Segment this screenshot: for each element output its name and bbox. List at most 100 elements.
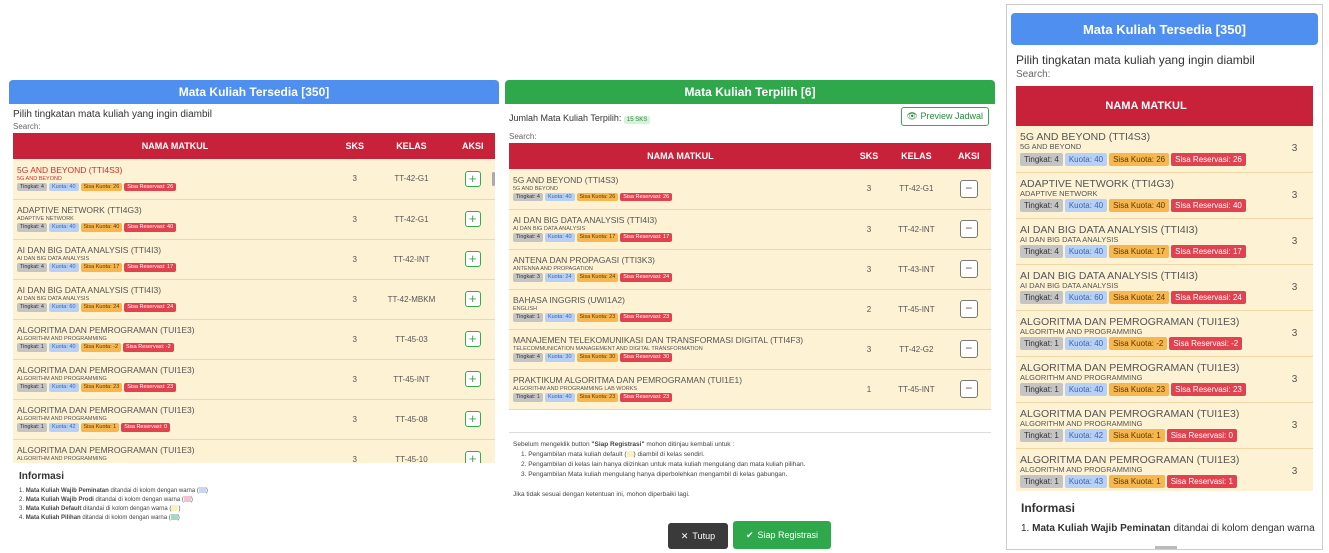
available-courses-table-wrapper[interactable]: NAMA MATKUL SKS KELAS AKSI 5G AND BEYOND… bbox=[13, 133, 495, 463]
aksi-cell: + bbox=[450, 359, 495, 400]
sisa-kuota-badge: Sisa Kuota: -2 bbox=[1109, 337, 1168, 351]
remove-course-button[interactable]: − bbox=[959, 300, 978, 318]
color-swatch bbox=[183, 496, 191, 503]
course-badges: Tingkat: 4 Kuota: 40 Sisa Kuota: 17 Sisa Re… bbox=[513, 233, 848, 242]
course-cell: ALGORITMA DAN PEMROGRAMAN (TUI1E3) ALGORI… bbox=[13, 319, 338, 360]
course-subtitle: 5G AND BEYOND bbox=[17, 175, 62, 182]
selected-summary: Jumlah Mata Kuliah Terpilih: 15 SKS 👁 Pr… bbox=[505, 104, 995, 130]
scrollbar-thumb[interactable] bbox=[1155, 546, 1177, 549]
selected-courses-table-wrapper: NAMA MATKUL SKS KELAS AKSI 5G AND BEYOND… bbox=[509, 143, 991, 410]
scrollbar-thumb[interactable] bbox=[492, 172, 495, 186]
table-row: AI DAN BIG DATA ANALYSIS (TTI4I3) AI DAN … bbox=[13, 239, 495, 280]
add-course-button[interactable]: + bbox=[464, 371, 481, 387]
course-title: AI DAN BIG DATA ANALYSIS (TTI4I3) bbox=[17, 285, 162, 296]
sisa-kuota-badge: Sisa Kuota: 40 bbox=[80, 223, 123, 232]
info-item-bold: Mata Kuliah Wajib Prodi bbox=[25, 497, 94, 503]
add-course-button[interactable]: + bbox=[464, 251, 481, 267]
course-cell: 5G AND BEYOND (TTI4S3) 5G AND BEYOND Tingk… bbox=[1016, 126, 1277, 173]
available-courses-table: NAMA MATKUL 5G AND BEYOND (TTI4S3) 5G AND… bbox=[1016, 86, 1313, 491]
sisa-reservasi-badge: Sisa Reservasi: 17 bbox=[620, 233, 673, 242]
table-row: 5G AND BEYOND (TTI4S3) 5G AND BEYOND Tingk… bbox=[13, 159, 495, 200]
sisa-reservasi-badge: Sisa Reservasi: 17 bbox=[1171, 245, 1246, 259]
info-item-num: 1. bbox=[1021, 523, 1030, 534]
remove-course-button[interactable]: − bbox=[959, 340, 978, 358]
remove-course-button[interactable]: − bbox=[959, 260, 978, 278]
course-title: AI DAN BIG DATA ANALYSIS (TTI4I3) bbox=[1020, 269, 1198, 282]
preview-jadwal-button[interactable]: 👁 Preview Jadwal bbox=[900, 107, 989, 126]
available-courses-panel: Mata Kuliah Tersedia [350] Pilih tingkat… bbox=[9, 80, 499, 548]
sisa-kuota-badge: Sisa Kuota: 17 bbox=[576, 233, 619, 242]
kuota-badge: Kuota: 42 bbox=[1064, 429, 1108, 443]
info-item-num: 4. bbox=[19, 515, 25, 521]
sks-cell: 3 bbox=[337, 279, 373, 320]
siap-registrasi-button[interactable]: ✔ Siap Registrasi bbox=[733, 521, 831, 549]
col-aksi: AKSI bbox=[946, 143, 991, 169]
notice-intro-a: Sebelum mengeklik button bbox=[513, 441, 592, 448]
kuota-badge: Kuota: 40 bbox=[544, 233, 575, 242]
sisa-reservasi-badge: Sisa Reservasi: 40 bbox=[1171, 199, 1246, 213]
available-courses-header: Mata Kuliah Tersedia [350] bbox=[9, 80, 499, 104]
tingkat-badge: Tingkat: 4 bbox=[17, 223, 47, 232]
tingkat-badge: Tingkat: 4 bbox=[513, 233, 543, 242]
aksi-cell: + bbox=[450, 399, 495, 440]
sks-cell: 3 bbox=[851, 329, 887, 370]
selected-count-label: Jumlah Mata Kuliah Terpilih: 15 SKS bbox=[505, 108, 654, 124]
available-courses-table-wrapper[interactable]: NAMA MATKUL 5G AND BEYOND (TTI4S3) 5G AND… bbox=[1016, 86, 1313, 491]
course-title: 5G AND BEYOND (TTI4S3) bbox=[513, 175, 619, 186]
sisa-reservasi-badge: Sisa Reservasi: 23 bbox=[620, 393, 673, 402]
course-cell: 5G AND BEYOND (TTI4S3) 5G AND BEYOND Tingk… bbox=[509, 169, 852, 210]
sisa-reservasi-badge: Sisa Reservasi: 26 bbox=[124, 183, 177, 192]
add-course-button[interactable]: + bbox=[464, 211, 481, 227]
add-course-button[interactable]: + bbox=[464, 291, 481, 307]
sks-cell: 3 bbox=[1276, 264, 1313, 311]
sisa-reservasi-badge: Sisa Reservasi: 24 bbox=[1171, 291, 1246, 305]
aksi-cell: − bbox=[946, 289, 991, 330]
search-label: Search: bbox=[509, 132, 537, 141]
table-row: ALGORITMA DAN PEMROGRAMAN (TUI1E3) ALGORI… bbox=[1016, 402, 1313, 449]
sks-cell: 3 bbox=[1276, 310, 1313, 357]
table-row: MANAJEMEN TELEKOMUNIKASI DAN TRANSFORMAS… bbox=[509, 329, 991, 370]
sisa-kuota-badge: Sisa Kuota: 24 bbox=[576, 273, 619, 282]
remove-course-button[interactable]: − bbox=[959, 179, 978, 198]
table-row: PRAKTIKUM ALGORITMA DAN PEMROGRAMAN (TUI… bbox=[509, 369, 991, 410]
table-row: ALGORITMA DAN PEMROGRAMAN (TUI1E3) ALGORI… bbox=[13, 359, 495, 400]
sks-cell: 3 bbox=[851, 169, 887, 210]
sisa-kuota-badge: Sisa Kuota: 26 bbox=[80, 183, 123, 192]
course-title: PRAKTIKUM ALGORITMA DAN PEMROGRAMAN (TUI… bbox=[513, 375, 743, 386]
close-button[interactable]: ✕ Tutup bbox=[668, 523, 728, 549]
course-badges: Tingkat: 4 Kuota: 30 Sisa Kuota: 30 Sisa Re… bbox=[513, 353, 848, 362]
notice-item-1-b: ) diambil di kelas sendiri. bbox=[633, 451, 705, 458]
sks-cell: 3 bbox=[337, 319, 373, 360]
sks-cell: 3 bbox=[851, 209, 887, 250]
info-item-bold: Mata Kuliah Default bbox=[25, 506, 82, 512]
add-course-button[interactable]: + bbox=[464, 451, 481, 463]
sks-cell: 3 bbox=[851, 249, 887, 290]
tingkat-badge: Tingkat: 4 bbox=[1020, 153, 1063, 167]
add-course-button[interactable]: + bbox=[464, 411, 481, 427]
course-cell: MANAJEMEN TELEKOMUNIKASI DAN TRANSFORMAS… bbox=[509, 329, 852, 370]
selected-courses-header: Mata Kuliah Terpilih [6] bbox=[505, 80, 995, 104]
col-nama-matkul: NAMA MATKUL bbox=[1016, 86, 1277, 126]
add-course-button[interactable]: + bbox=[464, 170, 481, 187]
aksi-cell: + bbox=[450, 239, 495, 280]
info-item: 4. Mata Kuliah Pilihan ditandai di kolom… bbox=[19, 514, 489, 523]
course-title: ADAPTIVE NETWORK (TTI4G3) bbox=[17, 205, 142, 216]
kuota-badge: Kuota: 40 bbox=[48, 383, 79, 392]
remove-course-button[interactable]: − bbox=[959, 220, 978, 238]
tingkat-badge: Tingkat: 1 bbox=[17, 343, 47, 352]
divider bbox=[509, 432, 991, 433]
remove-course-button[interactable]: − bbox=[959, 380, 978, 398]
aksi-cell: − bbox=[946, 169, 991, 210]
info-item: 2. Mata Kuliah Wajib Prodi ditandai di k… bbox=[19, 496, 489, 505]
course-badges: Tingkat: 3 Kuota: 24 Sisa Kuota: 24 Sisa Re… bbox=[513, 273, 848, 282]
add-course-button[interactable]: + bbox=[464, 331, 481, 347]
notice-intro-bold: "Siap Registrasi" bbox=[591, 441, 645, 448]
sisa-kuota-badge: Sisa Kuota: 23 bbox=[1109, 383, 1170, 397]
info-item-end: ) bbox=[178, 506, 181, 512]
sisa-reservasi-badge: Sisa Reservasi: 23 bbox=[620, 313, 673, 322]
table-row: ALGORITMA DAN PEMROGRAMAN (TUI1E3) ALGORI… bbox=[13, 399, 495, 440]
kuota-badge: Kuota: 40 bbox=[1064, 153, 1108, 167]
sisa-reservasi-badge: Sisa Reservasi: 30 bbox=[620, 353, 673, 362]
tingkat-badge: Tingkat: 4 bbox=[513, 353, 543, 362]
course-subtitle: TELECOMMUNICATION MANAGEMENT AND DIGITAL… bbox=[513, 346, 703, 353]
